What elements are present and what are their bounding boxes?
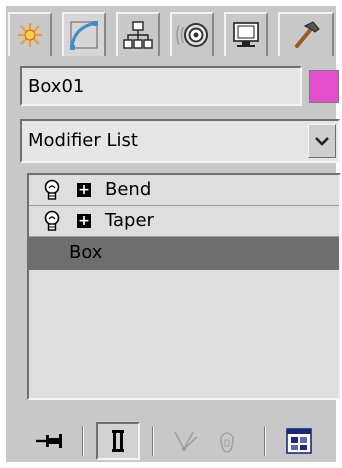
modifier-stack-list[interactable]: + Bend + Taper Box <box>27 173 341 400</box>
hammer-icon <box>295 21 320 48</box>
end-result-icon <box>112 430 124 452</box>
toolbar-separator <box>264 426 266 456</box>
toolbar-separator <box>152 426 154 456</box>
utilities-tab[interactable] <box>278 12 334 56</box>
object-name-field[interactable] <box>20 66 302 106</box>
monitor-icon <box>233 22 259 47</box>
stack-item-bend[interactable]: + Bend <box>29 175 339 206</box>
modifier-list-label: Modifier List <box>28 130 138 151</box>
configure-sets-icon <box>286 428 312 454</box>
expand-plus-icon[interactable]: + <box>77 214 91 228</box>
command-panel: Modifier List + Bend + <box>6 6 341 462</box>
make-unique-icon <box>174 431 198 451</box>
stack-item-taper[interactable]: + Taper <box>29 206 339 237</box>
star-burst-icon <box>18 23 42 47</box>
chevron-down-icon <box>315 137 329 146</box>
modifier-list-dropdown[interactable]: Modifier List <box>20 119 340 163</box>
make-unique-button[interactable] <box>168 422 204 460</box>
hierarchy-icon <box>123 21 153 49</box>
motion-target-icon <box>176 23 208 47</box>
curve-modify-icon <box>70 21 98 50</box>
object-color-swatch[interactable] <box>309 70 339 103</box>
show-end-result-button[interactable] <box>96 422 140 460</box>
stack-item-label: Taper <box>105 210 154 231</box>
trash-can-icon <box>220 432 234 453</box>
hierarchy-tab[interactable] <box>116 12 160 56</box>
object-name-input[interactable] <box>22 68 300 104</box>
motion-tab[interactable] <box>170 12 214 56</box>
configure-modifier-sets-button[interactable] <box>280 422 320 460</box>
dropdown-arrow-button[interactable] <box>308 124 336 158</box>
pin-icon <box>36 434 62 448</box>
stack-item-label: Bend <box>105 179 152 200</box>
remove-modifier-button[interactable] <box>212 422 242 460</box>
modify-tab[interactable] <box>62 12 106 56</box>
lightbulb-icon[interactable] <box>43 179 61 201</box>
display-tab[interactable] <box>224 12 268 56</box>
stack-item-label: Box <box>69 242 103 263</box>
expand-plus-icon[interactable]: + <box>77 183 91 197</box>
toolbar-separator <box>82 426 84 456</box>
lightbulb-icon[interactable] <box>43 210 61 232</box>
pin-stack-button[interactable] <box>30 422 70 460</box>
create-tab[interactable] <box>8 12 52 56</box>
stack-item-box[interactable]: Box <box>29 237 339 270</box>
